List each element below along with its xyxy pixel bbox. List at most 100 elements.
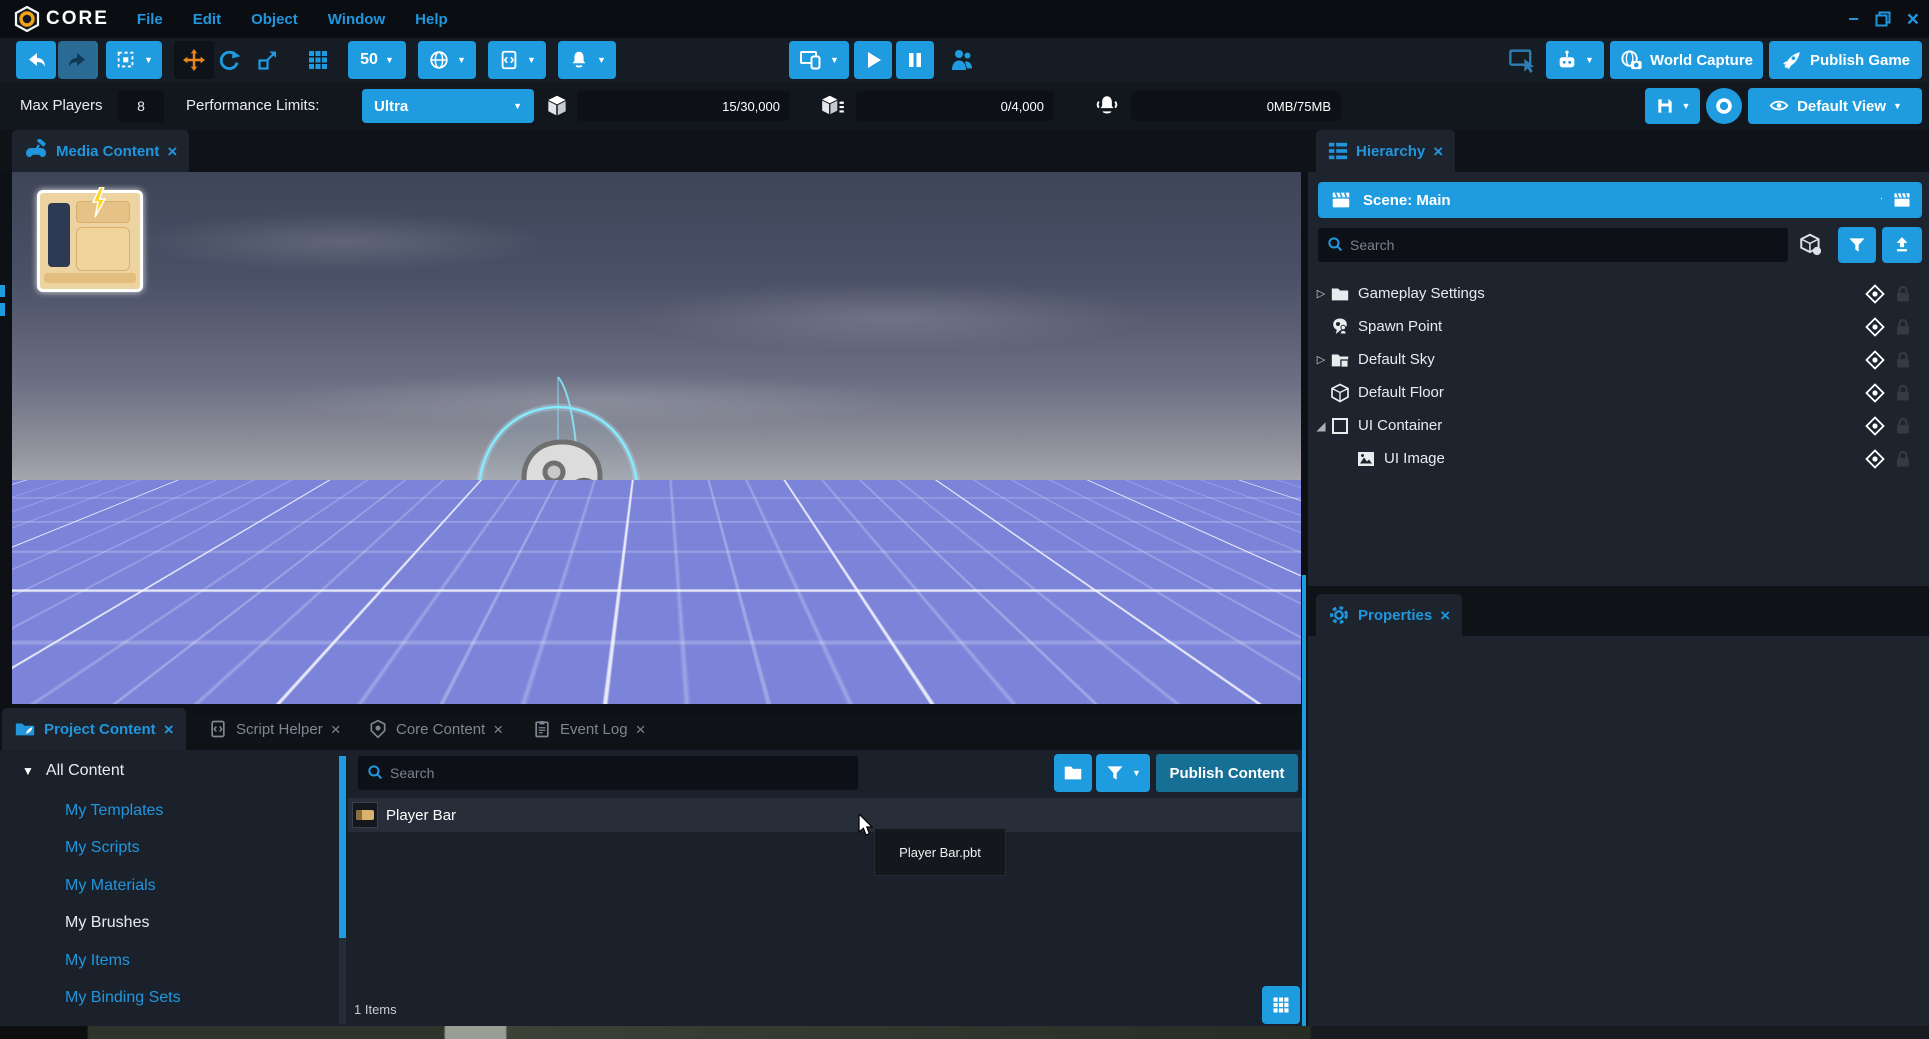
tab-hierarchy[interactable]: Hierarchy × (1316, 130, 1455, 172)
tree-row-default-floor[interactable]: Default Floor (1312, 376, 1925, 409)
content-filter-dropdown[interactable]: ▼ (1096, 754, 1150, 792)
tab-script-helper[interactable]: Script Helper × (196, 708, 353, 750)
grid-size-dropdown[interactable]: 50 ▼ (348, 41, 406, 79)
lock-icon[interactable] (1895, 450, 1911, 468)
scene-selector-dropdown[interactable]: Scene: Main ▼ (1318, 182, 1900, 218)
menu-object[interactable]: Object (251, 11, 298, 28)
tree-row-spawn-point[interactable]: Spawn Point (1312, 310, 1925, 343)
selection-mode-dropdown[interactable]: ▼ (106, 41, 162, 79)
sidebar-item-my-items[interactable]: My Items (65, 952, 130, 970)
tab-project-content[interactable]: Project Content × (2, 708, 186, 750)
hierarchy-search-input[interactable] (1318, 228, 1788, 262)
preview-device-dropdown[interactable]: ▼ (789, 41, 849, 79)
spawn-point-capsule[interactable] (472, 348, 644, 700)
clapperboard-icon (1330, 189, 1352, 211)
close-icon[interactable]: × (1433, 143, 1443, 160)
close-icon[interactable]: × (636, 721, 646, 738)
publish-content-label: Publish Content (1170, 765, 1285, 782)
visibility-eye-icon[interactable] (1865, 383, 1885, 403)
lock-icon[interactable] (1895, 417, 1911, 435)
visibility-eye-icon[interactable] (1865, 317, 1885, 337)
visibility-eye-icon[interactable] (1865, 350, 1885, 370)
menu-window[interactable]: Window (328, 11, 385, 28)
expander-icon[interactable]: ◢ (1312, 419, 1330, 433)
scene-manager-button[interactable] (1882, 182, 1922, 218)
menu-help[interactable]: Help (415, 11, 448, 28)
viewport-3d[interactable]: Z Y X (12, 172, 1301, 704)
app-logo: CORE (14, 6, 109, 32)
tab-event-log[interactable]: Event Log × (520, 708, 658, 750)
hierarchy-export-button[interactable] (1882, 227, 1922, 263)
save-dropdown[interactable]: ▼ (1645, 88, 1700, 124)
open-folder-button[interactable] (1054, 754, 1092, 792)
tab-core-content[interactable]: Core Content × (356, 708, 515, 750)
visibility-eye-icon[interactable] (1865, 284, 1885, 304)
tree-row-default-sky[interactable]: ▷ Default Sky (1312, 343, 1925, 376)
scene-selector-label: Scene: Main (1363, 192, 1451, 209)
content-item-player-bar[interactable]: Player Bar (348, 798, 1302, 832)
redo-button[interactable] (58, 41, 98, 79)
close-icon[interactable]: × (331, 721, 341, 738)
visibility-eye-icon[interactable] (1865, 449, 1885, 469)
sidebar-item-my-brushes[interactable]: My Brushes (65, 914, 149, 932)
pause-button[interactable] (896, 41, 934, 79)
close-button[interactable]: × (1907, 9, 1919, 30)
close-icon[interactable]: × (493, 721, 503, 738)
sidebar-scrollbar[interactable] (339, 756, 346, 1024)
sidebar-item-my-templates[interactable]: My Templates (65, 802, 163, 820)
default-view-dropdown[interactable]: Default View ▼ (1748, 88, 1922, 124)
spawn-point-icon (1330, 317, 1350, 337)
scale-tool-button[interactable] (256, 48, 280, 77)
menu-file[interactable]: File (137, 11, 163, 28)
sidebar-item-my-binding-sets[interactable]: My Binding Sets (65, 989, 181, 1007)
hierarchy-filter-button[interactable] (1838, 227, 1876, 263)
performance-limits-dropdown[interactable]: Ultra ▼ (362, 89, 534, 123)
tree-row-gameplay-settings[interactable]: ▷ Gameplay Settings (1312, 277, 1925, 310)
lock-icon[interactable] (1895, 351, 1911, 369)
capture-bot-dropdown[interactable]: ▼ (1546, 41, 1604, 79)
move-tool-button[interactable] (174, 41, 214, 79)
lock-icon[interactable] (1895, 384, 1911, 402)
tree-row-ui-container[interactable]: ◢ UI Container (1312, 409, 1925, 442)
script-dropdown[interactable]: ▼ (488, 41, 546, 79)
play-button[interactable] (854, 41, 892, 79)
tab-properties[interactable]: Properties × (1316, 594, 1462, 636)
visibility-eye-icon[interactable] (1865, 416, 1885, 436)
event-dropdown[interactable]: ▼ (558, 41, 616, 79)
lock-icon[interactable] (1895, 318, 1911, 336)
sidebar-item-all-content[interactable]: ▼ All Content (22, 762, 124, 780)
close-icon[interactable]: × (164, 721, 174, 738)
close-icon[interactable]: × (1440, 607, 1450, 624)
sidebar-item-my-scripts[interactable]: My Scripts (65, 839, 140, 857)
panel-divider[interactable] (1302, 575, 1306, 1026)
core-content-tab-label: Core Content (396, 721, 485, 738)
rotate-tool-button[interactable] (216, 47, 242, 78)
screen-share-button[interactable] (1508, 46, 1536, 79)
group-select-cube-icon[interactable] (1798, 232, 1824, 258)
expander-icon[interactable]: ▷ (1312, 287, 1330, 300)
search-icon (1326, 235, 1346, 255)
publish-game-button[interactable]: Publish Game (1769, 41, 1922, 79)
multiplayer-preview-button[interactable] (948, 46, 976, 79)
minimize-button[interactable]: − (1848, 9, 1859, 30)
tab-media-content[interactable]: Media Content × (12, 130, 189, 172)
lock-icon[interactable] (1895, 285, 1911, 303)
terrain-dropdown[interactable]: ▼ (418, 41, 476, 79)
tree-item-label: Default Floor (1358, 384, 1444, 401)
undo-button[interactable] (16, 41, 56, 79)
grid-snap-button[interactable] (306, 48, 330, 77)
target-button[interactable] (1706, 88, 1742, 124)
restore-button[interactable] (1875, 11, 1891, 27)
grid-view-button[interactable] (1262, 986, 1300, 1024)
expander-icon[interactable]: ▷ (1312, 353, 1330, 366)
publish-content-button[interactable]: Publish Content (1156, 754, 1298, 792)
menu-edit[interactable]: Edit (193, 11, 221, 28)
content-search-input[interactable] (358, 756, 858, 790)
tree-row-ui-image[interactable]: UI Image (1312, 442, 1925, 475)
max-players-value[interactable]: 8 (118, 90, 164, 122)
close-icon[interactable]: × (167, 143, 177, 160)
world-capture-button[interactable]: World Capture (1610, 41, 1763, 79)
sidebar-item-my-materials[interactable]: My Materials (65, 877, 156, 895)
hierarchy-list-icon (1328, 141, 1348, 161)
project-content-panel: ▼ All Content My Templates My Scripts My… (0, 750, 1302, 1026)
